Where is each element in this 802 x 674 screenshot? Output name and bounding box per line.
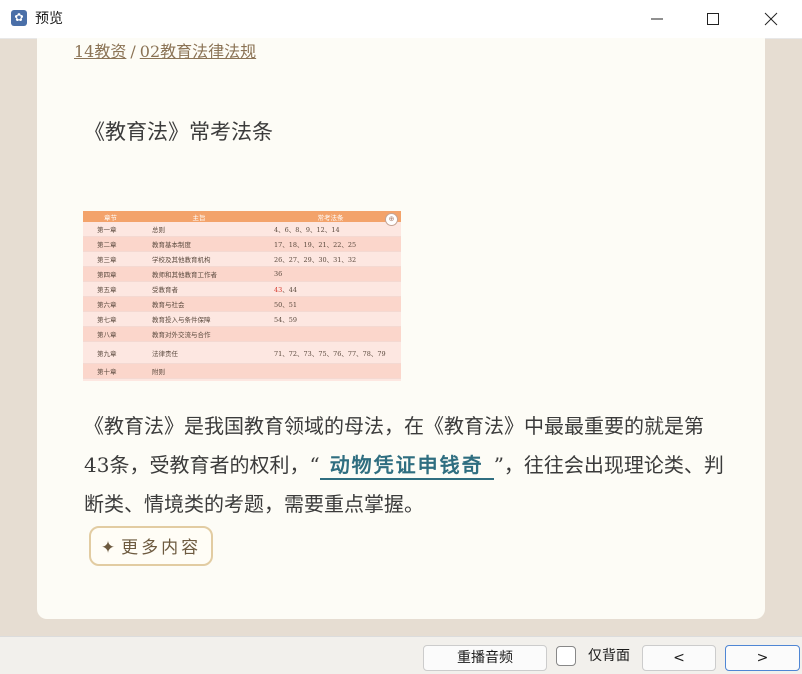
article-list-rest: 、44 xyxy=(282,286,298,294)
table-row: 第三章 学校及其他教育机构 26、27、29、30、31、32 xyxy=(83,251,401,267)
more-content-button[interactable]: ✦ 更多内容 xyxy=(89,526,213,566)
window-title: 预览 xyxy=(35,11,63,27)
explanation-paragraph: 《教育法》是我国教育领域的母法，在《教育法》中最最重要的就是第43条，受教育者的… xyxy=(84,407,724,524)
table-row: 第十章 附则 xyxy=(83,363,401,379)
replay-audio-button[interactable]: 重播音频 xyxy=(423,645,547,671)
back-only-label[interactable]: 仅背面 xyxy=(588,647,630,665)
breadcrumb: 14教资/02教育法律法规 xyxy=(74,41,256,63)
bottom-toolbar: 重播音频 仅背面 < > xyxy=(0,636,802,674)
table-cell-articles xyxy=(260,363,401,379)
table-cell-chapter: 第七章 xyxy=(83,311,138,327)
table-row: 第八章 教育对外交流与合作 xyxy=(83,326,401,342)
table-cell-topic: 法律责任 xyxy=(138,341,260,364)
table-cell-chapter: 第四章 xyxy=(83,266,138,282)
sparkle-icon: ✦ xyxy=(100,538,119,558)
table-row: 第四章 教师和其他教育工作者 36 xyxy=(83,266,401,282)
breadcrumb-separator: / xyxy=(130,42,136,61)
table-row: 第七章 教育投入与条件保障 54、59 xyxy=(83,311,401,327)
table-cell-articles: 17、18、19、21、22、25 xyxy=(260,236,401,252)
law-articles-table: 章节 主旨 常考法条 第一章 总则 4、6、8、9、12、14 第二章 教育基本制度 1… xyxy=(83,211,401,379)
page-title: 《教育法》常考法条 xyxy=(84,120,273,144)
zoom-icon[interactable]: ⊕ xyxy=(385,213,398,226)
table-cell-topic: 附则 xyxy=(138,363,260,379)
next-button[interactable]: > xyxy=(725,645,800,671)
table-header-topic: 主旨 xyxy=(138,211,260,222)
table-cell-articles: 54、59 xyxy=(260,311,401,327)
table-cell-chapter: 第九章 xyxy=(83,341,138,364)
table-cell-articles: 50、51 xyxy=(260,296,401,312)
table-header-row: 章节 主旨 常考法条 xyxy=(83,211,401,222)
cloze-answer[interactable]: 动物凭证申钱奇 xyxy=(319,452,494,480)
maximize-button[interactable] xyxy=(684,0,742,38)
table-row: 第二章 教育基本制度 17、18、19、21、22、25 xyxy=(83,236,401,252)
table-cell-topic: 学校及其他教育机构 xyxy=(138,251,260,267)
maximize-icon xyxy=(707,13,719,25)
table-cell-articles: 4、6、8、9、12、14 xyxy=(260,222,401,237)
minimize-icon xyxy=(651,18,663,20)
table-cell-articles xyxy=(260,326,401,342)
table-header-chapter: 章节 xyxy=(83,211,138,222)
close-button[interactable] xyxy=(742,0,800,38)
table-row: 第六章 教育与社会 50、51 xyxy=(83,296,401,312)
table-cell-articles: 36 xyxy=(260,266,401,282)
title-bar: ✿ 预览 xyxy=(0,0,802,39)
table-cell-topic: 教育基本制度 xyxy=(138,236,260,252)
law-articles-table-image: 章节 主旨 常考法条 第一章 总则 4、6、8、9、12、14 第二章 教育基本制度 1… xyxy=(83,211,401,381)
table-cell-articles: 71、72、73、75、76、77、78、79 xyxy=(260,341,401,364)
table-cell-chapter: 第六章 xyxy=(83,296,138,312)
table-cell-articles: 43、44 xyxy=(260,281,401,297)
table-row: 第九章 法律责任 71、72、73、75、76、77、78、79 xyxy=(83,341,401,364)
previous-button[interactable]: < xyxy=(642,645,716,671)
table-cell-topic: 教育投入与条件保障 xyxy=(138,311,260,327)
table-cell-topic: 受教育者 xyxy=(138,281,260,297)
table-cell-topic: 教育对外交流与合作 xyxy=(138,326,260,342)
app-icon: ✿ xyxy=(11,10,27,26)
table-cell-topic: 教师和其他教育工作者 xyxy=(138,266,260,282)
minimize-button[interactable] xyxy=(628,0,686,38)
table-row: 第一章 总则 4、6、8、9、12、14 xyxy=(83,222,401,237)
back-only-checkbox[interactable] xyxy=(556,646,576,666)
table-cell-chapter: 第一章 xyxy=(83,222,138,237)
table-cell-topic: 总则 xyxy=(138,222,260,237)
close-icon xyxy=(764,12,778,26)
table-cell-chapter: 第十章 xyxy=(83,363,138,379)
table-cell-chapter: 第五章 xyxy=(83,281,138,297)
table-cell-chapter: 第八章 xyxy=(83,326,138,342)
table-cell-articles: 26、27、29、30、31、32 xyxy=(260,251,401,267)
table-cell-topic: 教育与社会 xyxy=(138,296,260,312)
table-cell-chapter: 第二章 xyxy=(83,236,138,252)
table-cell-chapter: 第三章 xyxy=(83,251,138,267)
breadcrumb-parent-link[interactable]: 14教资 xyxy=(74,42,126,61)
more-content-label: 更多内容 xyxy=(121,538,202,558)
table-header-articles: 常考法条 xyxy=(260,211,401,222)
breadcrumb-current-link[interactable]: 02教育法律法规 xyxy=(140,42,256,61)
table-row: 第五章 受教育者 43、44 xyxy=(83,281,401,297)
